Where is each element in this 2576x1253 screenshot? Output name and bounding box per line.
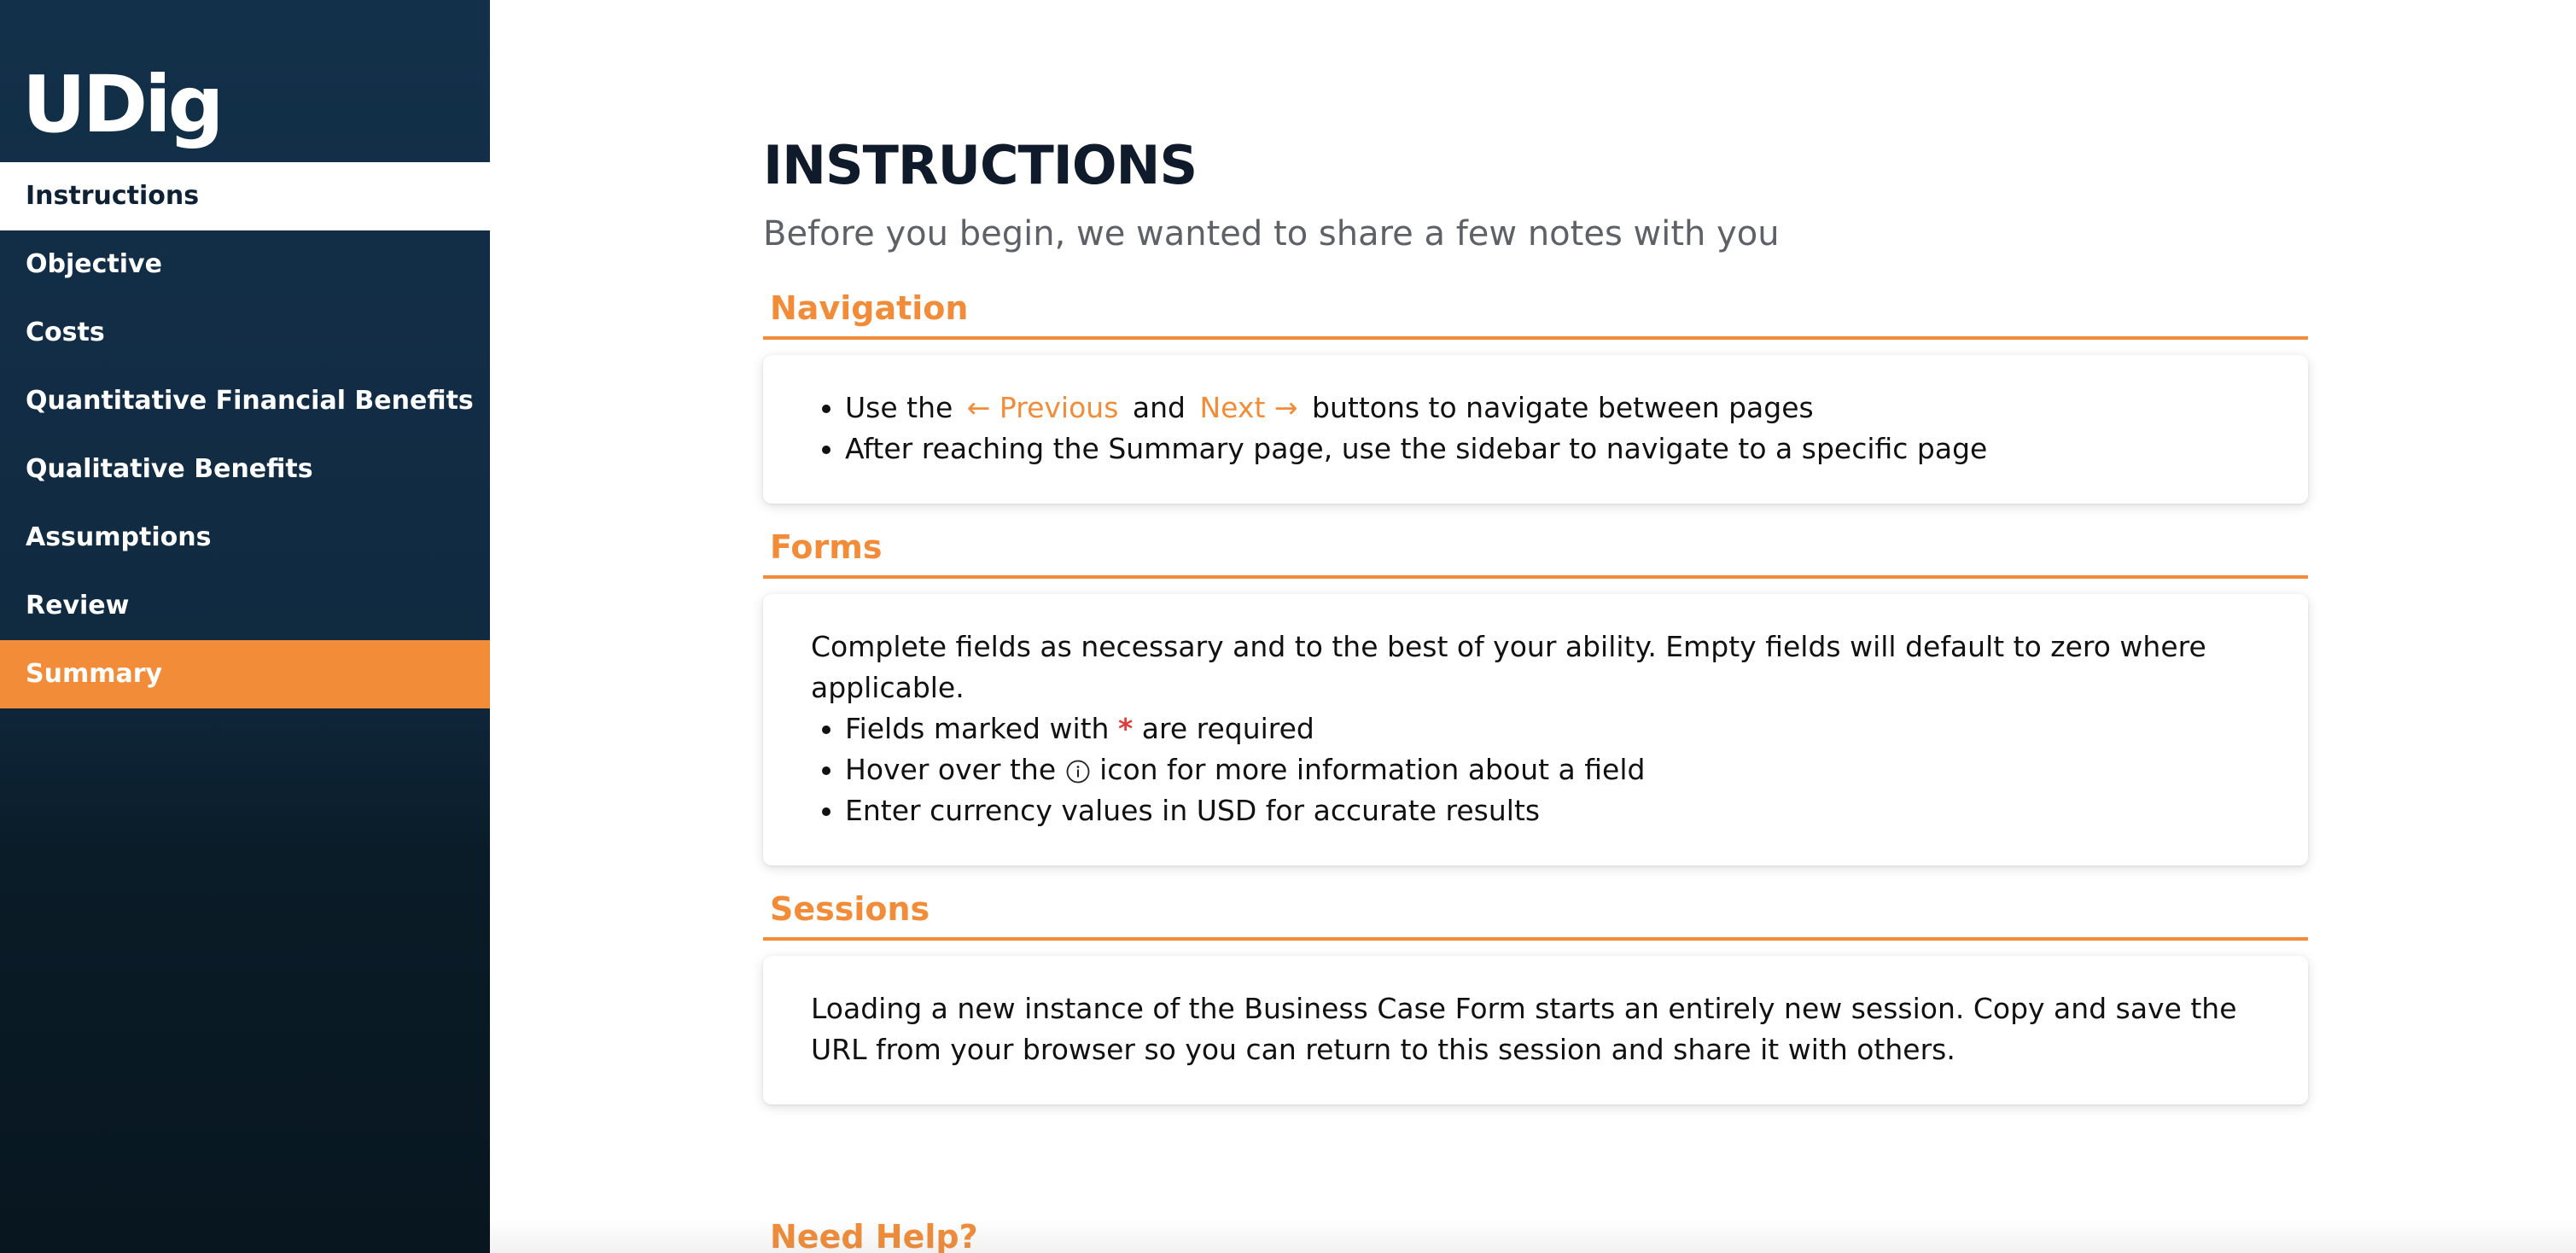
list-item: Hover over the icon for more information… xyxy=(845,749,2260,790)
forms-card: Complete fields as necessary and to the … xyxy=(763,594,2308,865)
previous-button[interactable]: ← Previous xyxy=(962,391,1124,424)
sessions-card: Loading a new instance of the Business C… xyxy=(763,956,2308,1104)
udig-logo: UDig xyxy=(22,59,224,150)
main-content: INSTRUCTIONS Before you begin, we wanted… xyxy=(490,0,2576,1253)
sidebar-item-costs[interactable]: Costs xyxy=(0,299,490,367)
sidebar-item-quantitative-financial-benefits[interactable]: Quantitative Financial Benefits xyxy=(0,367,490,435)
hover-suffix: icon for more information about a field xyxy=(1099,753,1646,786)
section-header-forms: Forms xyxy=(763,521,2308,579)
nav-line-prefix: Use the xyxy=(845,391,953,424)
nav-line-and: and xyxy=(1132,391,1186,424)
next-button[interactable]: Next → xyxy=(1195,391,1303,424)
sidebar-item-summary[interactable]: Summary xyxy=(0,640,490,708)
sidebar: UDig Instructions Objective Costs Quanti… xyxy=(0,0,490,1253)
info-circle-icon xyxy=(1066,760,1090,784)
nav-line-suffix: buttons to navigate between pages xyxy=(1312,391,1814,424)
hover-prefix: Hover over the xyxy=(845,753,1057,786)
required-star: * xyxy=(1117,712,1134,745)
navigation-list: Use the ← Previous and Next → buttons to… xyxy=(811,388,2260,469)
forms-list: Fields marked with * are required Hover … xyxy=(811,708,2260,831)
required-suffix: are required xyxy=(1141,712,1314,745)
section-header-navigation: Navigation xyxy=(763,282,2308,340)
sidebar-item-instructions[interactable]: Instructions xyxy=(0,162,490,230)
forms-intro: Complete fields as necessary and to the … xyxy=(811,630,2206,704)
navigation-card: Use the ← Previous and Next → buttons to… xyxy=(763,355,2308,504)
sidebar-item-assumptions[interactable]: Assumptions xyxy=(0,504,490,572)
sidebar-nav: Instructions Objective Costs Quantitativ… xyxy=(0,162,490,708)
section-header-need-help: Need Help? xyxy=(770,1218,978,1253)
page-subtitle: Before you begin, we wanted to share a f… xyxy=(763,214,1780,254)
page-title: INSTRUCTIONS xyxy=(763,134,1198,196)
list-item: Fields marked with * are required xyxy=(845,708,2260,749)
sidebar-item-review[interactable]: Review xyxy=(0,572,490,640)
list-item: Enter currency values in USD for accurat… xyxy=(845,790,2260,831)
list-item: After reaching the Summary page, use the… xyxy=(845,428,2260,469)
required-prefix: Fields marked with xyxy=(845,712,1110,745)
sidebar-item-objective[interactable]: Objective xyxy=(0,230,490,299)
instructions-content: INSTRUCTIONS Before you begin, we wanted… xyxy=(763,128,2308,1104)
sessions-text: Loading a new instance of the Business C… xyxy=(811,992,2237,1066)
app-window: UDig Instructions Objective Costs Quanti… xyxy=(0,0,2576,1253)
sidebar-item-qualitative-benefits[interactable]: Qualitative Benefits xyxy=(0,435,490,504)
list-item: Use the ← Previous and Next → buttons to… xyxy=(845,388,2260,428)
section-header-sessions: Sessions xyxy=(763,883,2308,941)
